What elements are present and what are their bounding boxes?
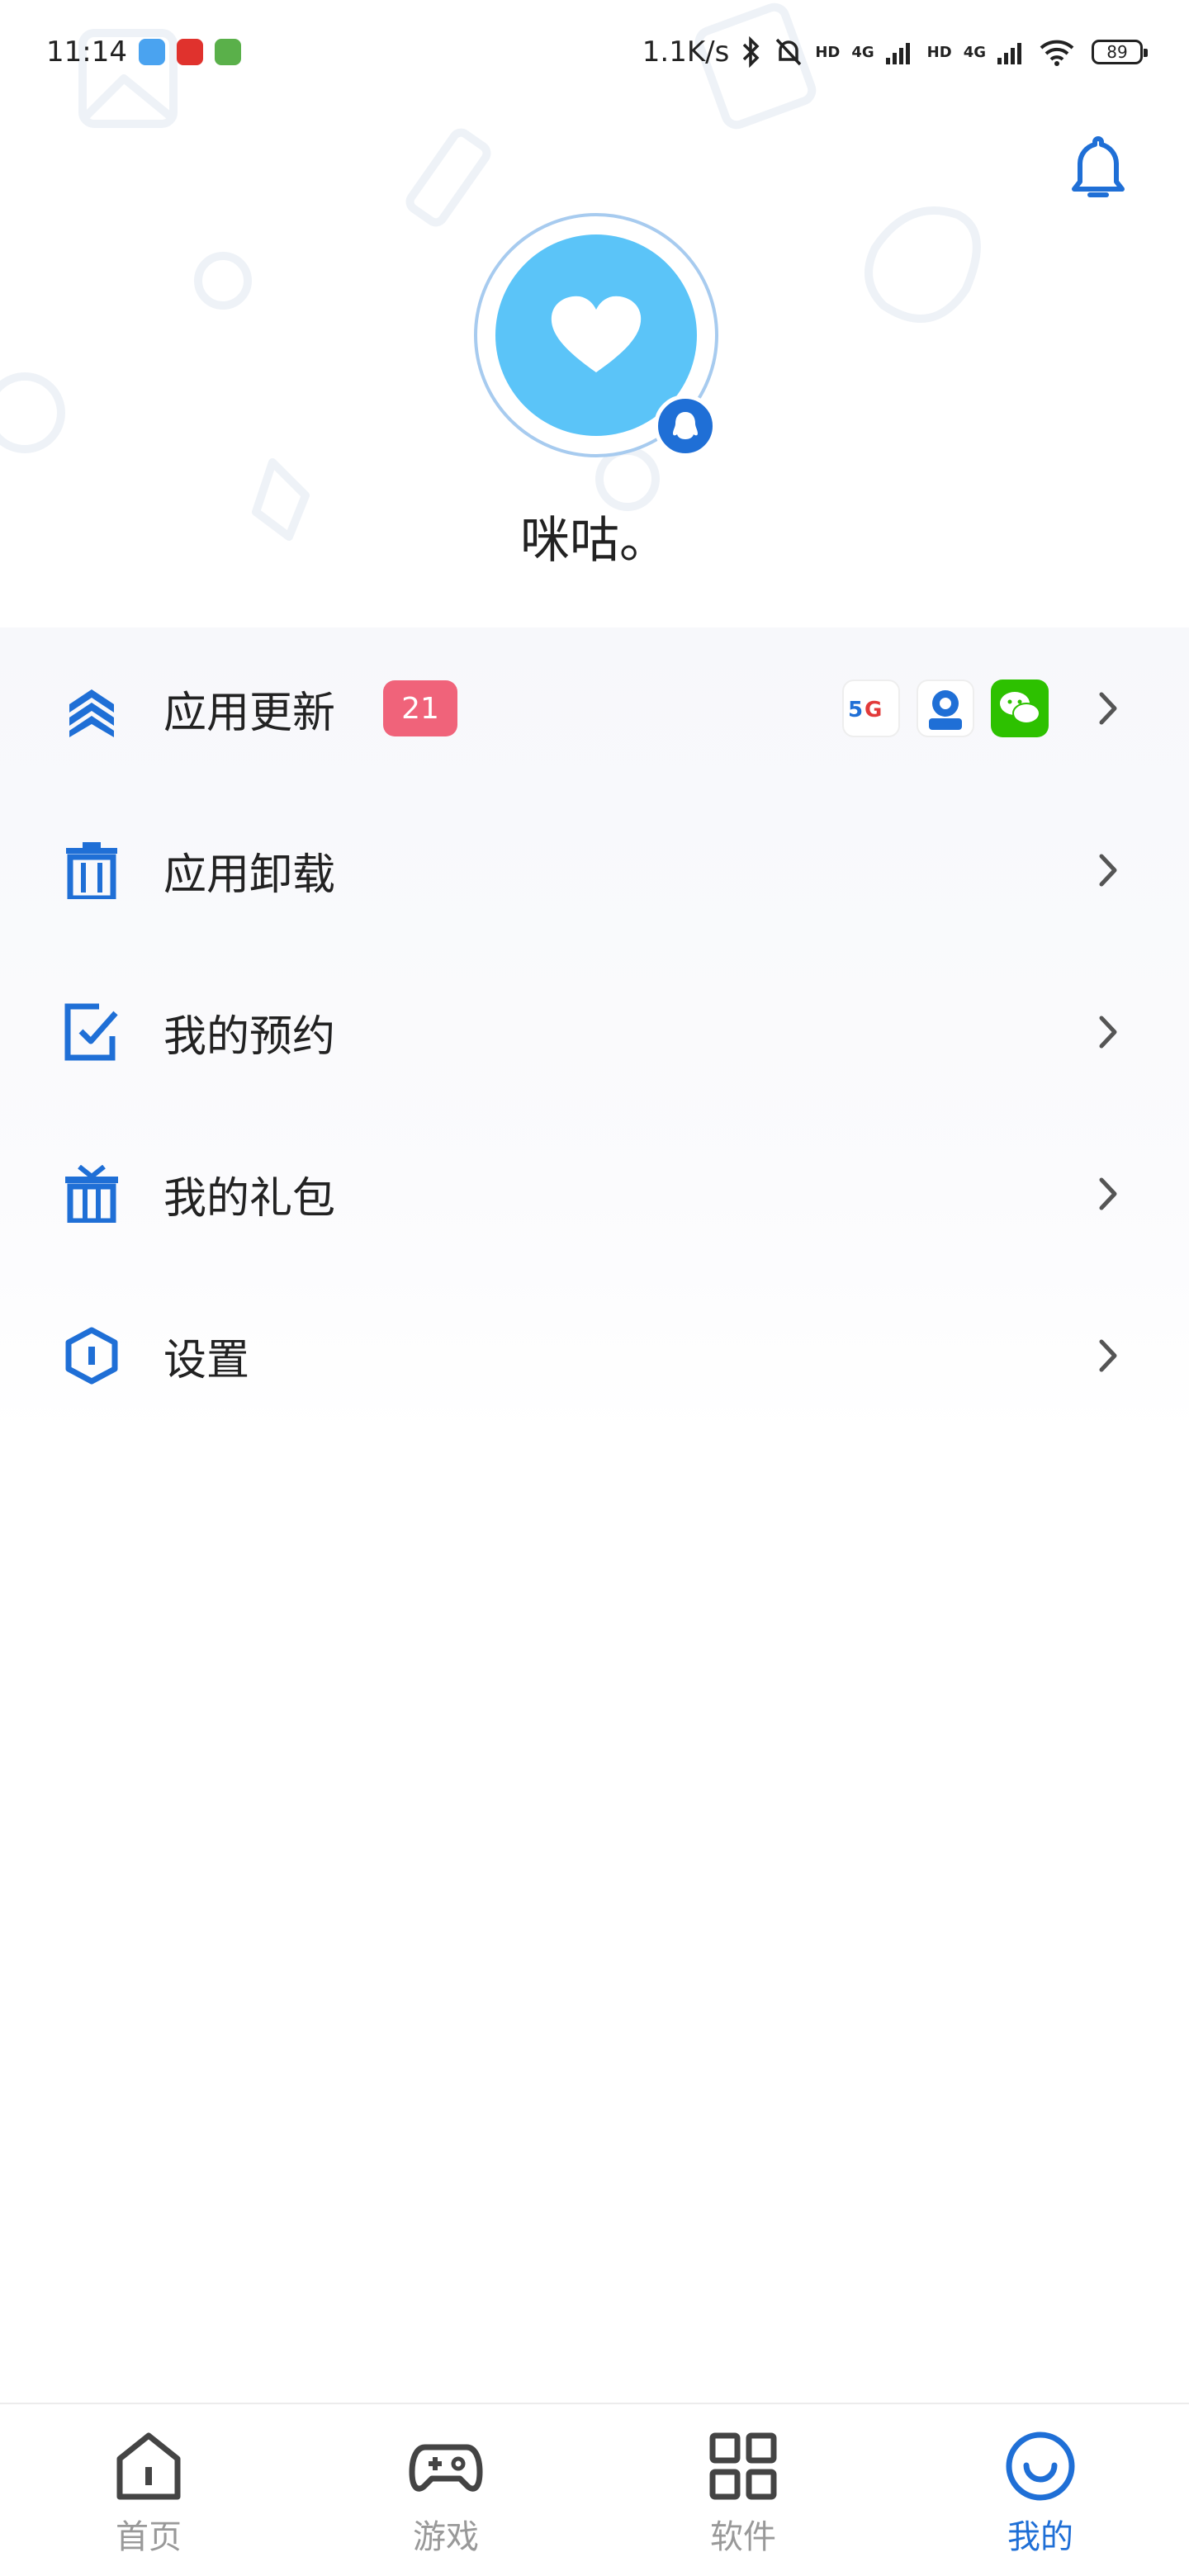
nav-tab-software[interactable]: 软件	[594, 2404, 892, 2576]
update-count-badge: 21	[383, 680, 457, 736]
bluetooth-icon	[743, 36, 760, 68]
menu-list: 应用更新 21 5 G 应用卸载 我的预约 我的礼包 设置	[0, 627, 1189, 1437]
gift-icon	[65, 1165, 118, 1223]
hd-label: HD	[815, 43, 841, 61]
home-icon	[116, 2432, 181, 2500]
notification-bell-icon[interactable]	[1065, 132, 1131, 206]
signal-icon	[997, 43, 1021, 64]
svg-text:5: 5	[848, 698, 863, 722]
update-app-icons: 5 G	[842, 680, 1049, 737]
menu-item-app-update[interactable]: 应用更新 21 5 G	[0, 627, 1189, 789]
menu-item-label: 我的礼包	[163, 1173, 336, 1224]
qq-login-badge	[654, 395, 717, 457]
bell-muted-icon	[776, 38, 802, 66]
network-speed: 1.1K/s	[642, 36, 730, 69]
5g-app-icon: 5 G	[842, 680, 900, 737]
status-bar-right: 1.1K/s HD 4G HD 4G 89	[642, 36, 1148, 69]
nav-label: 游戏	[413, 2518, 479, 2556]
chevron-right-icon	[1099, 1016, 1117, 1049]
apps-grid-icon	[709, 2432, 777, 2500]
menu-item-app-uninstall[interactable]: 应用卸载	[0, 789, 1189, 951]
chevron-right-icon	[1099, 692, 1117, 725]
nav-label: 首页	[116, 2518, 182, 2556]
menu-item-label: 设置	[163, 1335, 250, 1385]
screen: 11:14 1.1K/s HD 4G HD 4G 89 咪咕。 应用更新 21 …	[0, 0, 1189, 2576]
bottom-navigation: 首页 游戏 软件 我的	[0, 2403, 1189, 2576]
smile-icon	[1006, 2432, 1075, 2501]
nav-label: 软件	[710, 2518, 776, 2556]
chevron-right-icon	[1099, 1177, 1117, 1210]
wechat-app-icon	[991, 680, 1049, 737]
clock: 11:14	[46, 36, 127, 69]
android-robot-app-icon	[214, 39, 241, 65]
menu-item-label: 应用卸载	[163, 850, 336, 900]
settings-hexagon-icon	[65, 1327, 118, 1385]
update-chevrons-icon	[69, 689, 114, 737]
status-bar: 11:14 1.1K/s HD 4G HD 4G 89	[0, 0, 1189, 104]
network-type: 4G	[963, 43, 986, 61]
nav-tab-home[interactable]: 首页	[0, 2404, 297, 2576]
network-type: 4G	[851, 43, 874, 61]
wifi-icon	[1040, 40, 1074, 66]
username: 咪咕。	[520, 512, 669, 570]
nav-tab-mine[interactable]: 我的	[892, 2404, 1189, 2576]
menu-item-my-reservations[interactable]: 我的预约	[0, 951, 1189, 1113]
pinduoduo-app-icon	[176, 39, 203, 65]
menu-item-my-gifts[interactable]: 我的礼包	[0, 1113, 1189, 1275]
bank-app-icon	[917, 680, 974, 737]
weather-app-icon	[138, 39, 165, 65]
signal-icon	[885, 43, 910, 64]
menu-item-label: 我的预约	[163, 1011, 336, 1062]
battery-indicator: 89	[1092, 40, 1148, 64]
chevron-right-icon	[1099, 854, 1117, 887]
svg-text:G: G	[865, 698, 882, 722]
status-bar-left: 11:14	[46, 36, 241, 69]
nav-label: 我的	[1007, 2518, 1073, 2556]
hd-label: HD	[926, 43, 952, 61]
battery-level: 89	[1106, 42, 1128, 62]
qq-penguin-icon	[673, 412, 698, 439]
menu-item-settings[interactable]: 设置	[0, 1275, 1189, 1437]
reservation-check-icon	[64, 1003, 118, 1061]
trash-icon	[66, 842, 117, 899]
nav-tab-games[interactable]: 游戏	[297, 2404, 594, 2576]
gamepad-icon	[409, 2444, 483, 2492]
menu-item-label: 应用更新	[163, 688, 336, 738]
chevron-right-icon	[1099, 1339, 1117, 1372]
heart-icon	[551, 296, 642, 372]
